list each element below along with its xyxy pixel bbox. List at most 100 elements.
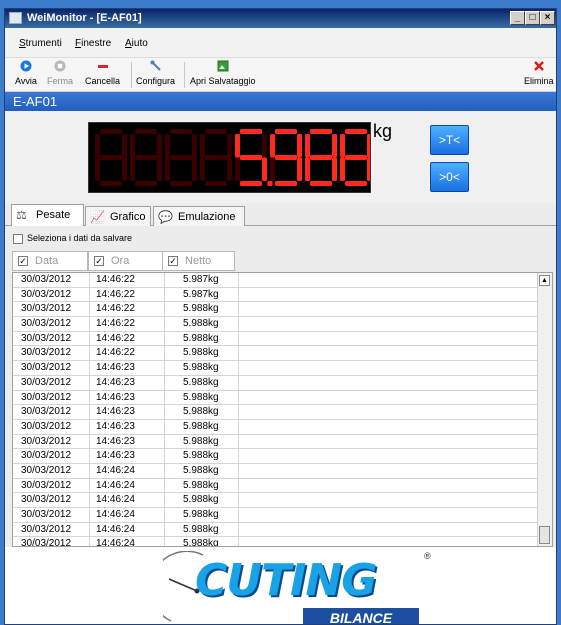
cell-netto: 5.988kg: [183, 523, 219, 535]
tab-grafico-label: Grafico: [110, 211, 146, 223]
table-row[interactable]: 30/03/2012 14:46:24 5.988kg: [13, 508, 552, 523]
configura-button[interactable]: Configura: [136, 60, 175, 86]
toolbar-separator: [131, 62, 132, 88]
speech-icon: 💬: [158, 210, 173, 224]
save-selection-checkbox[interactable]: [13, 233, 23, 244]
column-netto[interactable]: ✓ Netto: [162, 251, 235, 271]
vertical-scrollbar[interactable]: ▲: [537, 273, 552, 546]
cell-ora: 14:46:23: [96, 450, 135, 462]
led-segment: [135, 155, 157, 160]
led-segment: [100, 129, 122, 134]
table-row[interactable]: 30/03/2012 14:46:22 5.988kg: [13, 346, 552, 362]
cell-ora: 14:46:23: [96, 435, 135, 447]
app-window: WeiMonitor - [E-AF01] _ □ × Strumenti Fi…: [4, 8, 557, 625]
cell-ora: 14:46:23: [96, 420, 135, 432]
table-row[interactable]: 30/03/2012 14:46:24 5.988kg: [13, 523, 552, 538]
table-row[interactable]: 30/03/2012 14:46:23 5.988kg: [13, 420, 552, 435]
led-segment: [340, 157, 345, 181]
led-segment: [200, 134, 205, 158]
led-segment: [275, 155, 297, 160]
table-row[interactable]: 30/03/2012 14:46:22 5.988kg: [13, 302, 552, 318]
led-segment: [297, 157, 302, 181]
table-row[interactable]: 30/03/2012 14:46:23 5.988kg: [13, 435, 552, 450]
led-segment: [310, 181, 332, 186]
configura-label: Configura: [136, 76, 176, 86]
column-data[interactable]: ✓ Data: [12, 251, 88, 271]
close-button[interactable]: ×: [540, 11, 555, 25]
title-bar: WeiMonitor - [E-AF01] _ □ ×: [5, 9, 556, 28]
table-row[interactable]: 30/03/2012 14:46:22 5.988kg: [13, 332, 552, 347]
cell-data: 30/03/2012: [21, 391, 72, 403]
cell-netto: 5.988kg: [183, 450, 219, 462]
save-selection-row[interactable]: Seleziona i dati da salvare: [13, 233, 132, 244]
logo-area: CUTING ® BILANCE: [5, 547, 556, 624]
cell-ora: 14:46:22: [96, 274, 135, 285]
cell-ora: 14:46:24: [96, 494, 135, 506]
led-segment: [100, 155, 122, 160]
table-row[interactable]: 30/03/2012 14:46:23 5.988kg: [13, 405, 552, 420]
led-segment: [205, 181, 227, 186]
led-segment: [340, 134, 345, 158]
led-segment: [235, 157, 240, 181]
data-table[interactable]: 30/03/2012 14:46:22 5.987kg 30/03/2012 14:46…: [12, 272, 553, 547]
table-row[interactable]: 30/03/2012 14:46:23 5.988kg: [13, 376, 552, 391]
cell-data: 30/03/2012: [21, 347, 72, 359]
column-ora[interactable]: ✓ Ora: [88, 251, 163, 271]
column-netto-checkbox[interactable]: ✓: [168, 256, 178, 266]
cell-ora: 14:46:24: [96, 464, 135, 476]
menu-strumenti[interactable]: Strumenti: [19, 38, 62, 49]
elimina-button[interactable]: Elimina: [524, 60, 554, 86]
tab-emulazione[interactable]: 💬 Emulazione: [153, 206, 245, 226]
table-row[interactable]: 30/03/2012 14:46:24 5.988kg: [13, 479, 552, 494]
led-segment: [170, 155, 192, 160]
table-row[interactable]: 30/03/2012 14:46:24 5.988kg: [13, 537, 552, 547]
ferma-button[interactable]: Ferma: [47, 60, 73, 86]
maximize-button[interactable]: □: [525, 11, 540, 25]
tab-pesate[interactable]: ⚖ Pesate: [11, 204, 84, 226]
led-segment: [157, 134, 162, 158]
led-segment: [192, 157, 197, 181]
table-row[interactable]: 30/03/2012 14:46:23 5.988kg: [13, 449, 552, 464]
cell-netto: 5.987kg: [183, 288, 219, 300]
column-data-checkbox[interactable]: ✓: [18, 256, 28, 266]
minimize-button[interactable]: _: [510, 11, 525, 25]
scroll-thumb[interactable]: [539, 526, 550, 544]
menu-finestre[interactable]: Finestre: [75, 38, 111, 49]
cell-netto: 5.987kg: [183, 274, 219, 285]
table-row[interactable]: 30/03/2012 14:46:22 5.987kg: [13, 288, 552, 303]
avvia-button[interactable]: Avvia: [15, 60, 37, 86]
cell-netto: 5.988kg: [183, 464, 219, 476]
cell-data: 30/03/2012: [21, 332, 72, 344]
table-body: 30/03/2012 14:46:22 5.987kg 30/03/2012 14:46…: [13, 273, 552, 547]
tab-grafico[interactable]: 📈 Grafico: [85, 206, 151, 226]
cell-data: 30/03/2012: [21, 494, 72, 506]
table-row[interactable]: 30/03/2012 14:46:24 5.988kg: [13, 493, 552, 508]
cancella-button[interactable]: Cancella: [85, 60, 120, 86]
led-segment: [305, 134, 310, 158]
column-netto-label: Netto: [185, 255, 212, 267]
table-row[interactable]: 30/03/2012 14:46:23 5.988kg: [13, 391, 552, 406]
apri-salvataggio-button[interactable]: Apri Salvataggio: [190, 60, 256, 86]
table-row[interactable]: 30/03/2012 14:46:23 5.988kg: [13, 361, 552, 376]
table-row[interactable]: 30/03/2012 14:46:24 5.988kg: [13, 464, 552, 479]
led-segment: [170, 129, 192, 134]
tare-button[interactable]: >T<: [430, 125, 469, 155]
cell-netto: 5.988kg: [183, 362, 219, 374]
led-segment: [297, 134, 302, 158]
save-selection-label: Seleziona i dati da salvare: [27, 233, 133, 243]
menu-aiuto[interactable]: Aiuto: [125, 38, 148, 49]
led-segment: [332, 157, 337, 181]
cell-data: 30/03/2012: [21, 538, 72, 547]
zero-button[interactable]: >0<: [430, 162, 469, 192]
led-segment: [235, 134, 240, 158]
app-icon: [9, 12, 22, 24]
column-ora-checkbox[interactable]: ✓: [94, 256, 104, 266]
weight-unit: kg: [373, 121, 393, 141]
scroll-up-icon[interactable]: ▲: [539, 275, 550, 286]
cell-data: 30/03/2012: [21, 288, 72, 300]
table-row[interactable]: 30/03/2012 14:46:22 5.988kg: [13, 317, 552, 332]
cell-ora: 14:46:24: [96, 509, 135, 520]
cell-netto: 5.988kg: [183, 538, 219, 547]
cell-data: 30/03/2012: [21, 479, 72, 491]
table-row[interactable]: 30/03/2012 14:46:22 5.987kg: [13, 273, 552, 288]
